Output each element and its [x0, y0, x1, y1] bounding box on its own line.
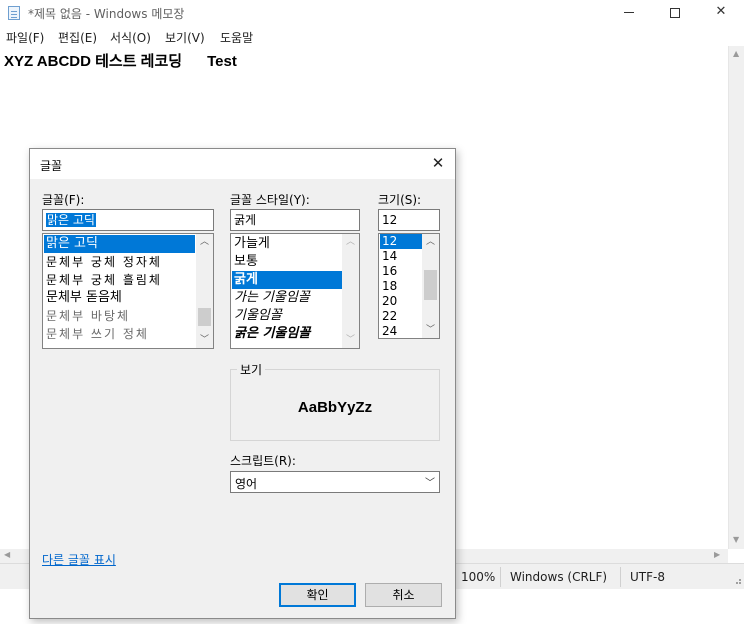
style-input-value: 굵게 — [234, 213, 257, 227]
font-label: 글꼴(F): — [42, 193, 85, 207]
menu-help[interactable]: 도움말 — [220, 29, 253, 46]
font-input-value: 맑은 고딕 — [46, 213, 96, 227]
style-input[interactable]: 굵게 — [230, 209, 360, 231]
size-list-item[interactable]: 14 — [380, 249, 422, 264]
minimize-button[interactable] — [606, 0, 652, 26]
chevron-down-icon[interactable]: ﹀ — [196, 332, 213, 348]
size-label: 크기(S): — [378, 193, 422, 207]
line-ending: Windows (CRLF) — [510, 570, 608, 584]
style-list[interactable]: 가늘게 보통 굵게 가는 기울임꼴 기울임꼴 굵은 기울임꼴 ︿ ﹀ — [230, 233, 360, 349]
notepad-icon — [8, 6, 20, 20]
font-list-item[interactable]: 문체부 쓰기 정체 — [44, 325, 195, 343]
script-select-value: 영어 — [235, 477, 258, 491]
size-list-item[interactable]: 24 — [380, 324, 422, 338]
style-list-item[interactable]: 굵게 — [232, 271, 342, 289]
font-list-item[interactable]: 문체부 궁체 정자체 — [44, 253, 195, 271]
font-list-item[interactable]: 맑은 고딕 — [44, 235, 195, 253]
size-input[interactable]: 12 — [378, 209, 440, 231]
close-button[interactable]: ✕ — [698, 0, 744, 26]
font-list-item[interactable]: 문체부 바탕체 — [44, 307, 195, 325]
scroll-thumb[interactable] — [424, 270, 437, 300]
scroll-up-icon[interactable]: ▲ — [733, 49, 739, 58]
chevron-up-icon[interactable]: ︿ — [196, 234, 213, 250]
resize-grip-icon[interactable] — [732, 575, 742, 585]
window-title: *제목 없음 - Windows 메모장 — [28, 7, 185, 21]
chevron-up-icon: ︿ — [345, 237, 355, 247]
size-list-item[interactable]: 22 — [380, 309, 422, 324]
cancel-button[interactable]: 취소 — [365, 583, 442, 607]
editor-vertical-scrollbar[interactable]: ▲ ▼ — [728, 46, 744, 549]
chevron-down-icon: ﹀ — [345, 335, 355, 345]
title-bar: *제목 없음 - Windows 메모장 ✕ — [0, 0, 744, 26]
font-dialog: 글꼴 ✕ 글꼴(F): 맑은 고딕 맑은 고딕 문체부 궁체 정자체 문체부 궁… — [29, 148, 456, 619]
font-input[interactable]: 맑은 고딕 — [42, 209, 214, 231]
menu-edit[interactable]: 편집(E) — [58, 29, 97, 46]
menu-format[interactable]: 서식(O) — [110, 29, 151, 46]
style-list-item[interactable]: 가늘게 — [232, 235, 342, 253]
maximize-icon — [670, 8, 680, 18]
preview-label: 보기 — [237, 361, 266, 378]
preview-sample: AaBbYyZz — [297, 399, 373, 416]
menu-file[interactable]: 파일(F) — [6, 29, 44, 46]
maximize-button[interactable] — [652, 0, 698, 26]
dialog-title: 글꼴 — [40, 159, 63, 173]
chevron-down-icon: ﹀ — [425, 478, 435, 489]
style-list-item[interactable]: 가는 기울임꼴 — [232, 289, 342, 307]
font-list-item[interactable]: 문체부 돋음체 — [44, 289, 195, 307]
chevron-down-icon[interactable]: ﹀ — [422, 322, 439, 338]
font-list-scrollbar[interactable]: ︿ ﹀ — [196, 234, 213, 348]
scroll-left-icon[interactable]: ◀ — [4, 550, 10, 559]
dialog-title-bar: 글꼴 ✕ — [30, 149, 455, 179]
status-divider — [500, 567, 501, 587]
script-label: 스크립트(R): — [230, 454, 296, 468]
size-list-item[interactable]: 18 — [380, 279, 422, 294]
minimize-icon — [624, 12, 634, 13]
dialog-close-icon[interactable]: ✕ — [428, 155, 448, 173]
zoom-level: 100% — [461, 570, 496, 584]
show-more-fonts-link[interactable]: 다른 글꼴 표시 — [42, 551, 116, 568]
size-input-value: 12 — [382, 213, 398, 227]
script-select[interactable]: 영어 ﹀ — [230, 471, 440, 493]
size-list[interactable]: 12 14 16 18 20 22 24 ︿ ﹀ — [378, 233, 440, 339]
scroll-right-icon[interactable]: ▶ — [714, 550, 720, 559]
menu-bar: 파일(F) 편집(E) 서식(O) 보기(V) 도움말 — [0, 26, 744, 46]
style-list-scrollbar[interactable]: ︿ ﹀ — [342, 234, 359, 348]
ok-button[interactable]: 확인 — [279, 583, 356, 607]
size-list-scrollbar[interactable]: ︿ ﹀ — [422, 234, 439, 338]
font-list-item[interactable]: 문체부 궁체 흘림체 — [44, 271, 195, 289]
scroll-thumb[interactable] — [198, 308, 211, 326]
style-list-item[interactable]: 보통 — [232, 253, 342, 271]
size-list-item[interactable]: 16 — [380, 264, 422, 279]
menu-view[interactable]: 보기(V) — [165, 29, 205, 46]
scroll-down-icon[interactable]: ▼ — [733, 535, 739, 544]
editor-content: XYZ ABCDD 테스트 레코딩 Test — [4, 53, 237, 70]
encoding: UTF-8 — [630, 570, 665, 584]
status-divider — [620, 567, 621, 587]
close-icon: ✕ — [715, 4, 727, 19]
style-label: 글꼴 스타일(Y): — [230, 193, 310, 207]
chevron-up-icon[interactable]: ︿ — [422, 234, 439, 250]
style-list-item[interactable]: 기울임꼴 — [232, 307, 342, 325]
size-list-item[interactable]: 20 — [380, 294, 422, 309]
font-list[interactable]: 맑은 고딕 문체부 궁체 정자체 문체부 궁체 흘림체 문체부 돋음체 문체부 … — [42, 233, 214, 349]
size-list-item[interactable]: 12 — [380, 234, 422, 249]
style-list-item[interactable]: 굵은 기울임꼴 — [232, 325, 342, 343]
